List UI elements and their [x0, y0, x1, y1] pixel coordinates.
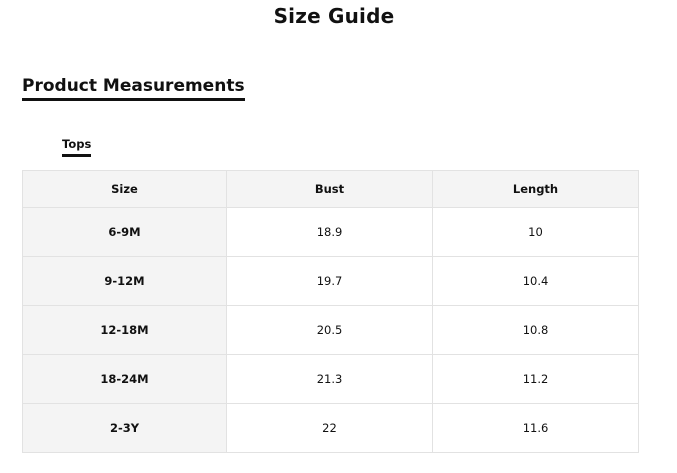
tab-tops[interactable]: Tops: [62, 137, 92, 157]
bust-cell: 20.5: [226, 305, 433, 355]
column-header-bust: Bust: [226, 170, 433, 208]
bust-cell: 21.3: [226, 354, 433, 404]
page-title: Size Guide: [273, 4, 395, 28]
size-cell: 9-12M: [22, 256, 227, 306]
table-row: 12-18M 20.5 10.8: [22, 305, 639, 355]
table-row: 9-12M 19.7 10.4: [22, 256, 639, 306]
length-cell: 10.8: [432, 305, 639, 355]
length-cell: 10: [432, 207, 639, 257]
section-title: Product Measurements: [22, 76, 245, 101]
bust-cell: 18.9: [226, 207, 433, 257]
bust-cell: 19.7: [226, 256, 433, 306]
length-cell: 11.2: [432, 354, 639, 404]
length-cell: 10.4: [432, 256, 639, 306]
size-table: Size Bust Length 6-9M 18.9 10 9-12M 19.7…: [22, 170, 639, 453]
bust-cell: 22: [226, 403, 433, 453]
column-header-length: Length: [432, 170, 639, 208]
table-header-row: Size Bust Length: [22, 170, 639, 208]
length-cell: 11.6: [432, 403, 639, 453]
table-row: 6-9M 18.9 10: [22, 207, 639, 257]
size-cell: 12-18M: [22, 305, 227, 355]
column-header-size: Size: [22, 170, 227, 208]
size-cell: 18-24M: [22, 354, 227, 404]
size-cell: 2-3Y: [22, 403, 227, 453]
table-row: 18-24M 21.3 11.2: [22, 354, 639, 404]
size-cell: 6-9M: [22, 207, 227, 257]
table-row: 2-3Y 22 11.6: [22, 403, 639, 453]
